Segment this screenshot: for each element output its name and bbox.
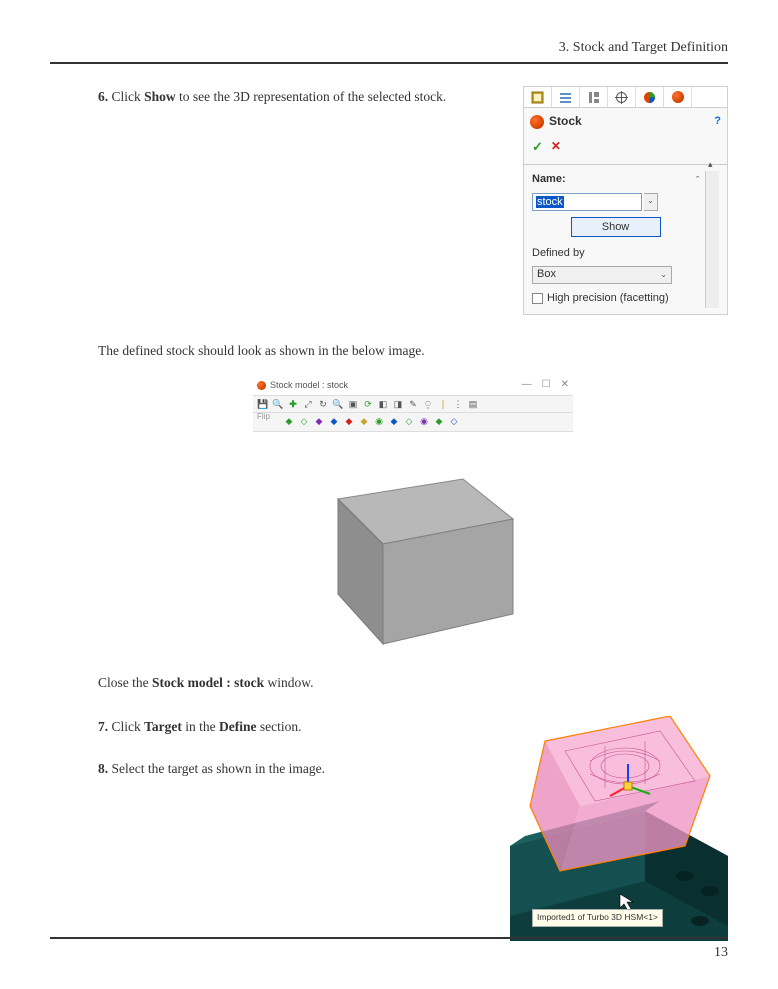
chapter-header: 3. Stock and Target Definition (50, 40, 728, 62)
tb-zoom2-icon[interactable]: 🔍 (332, 398, 344, 410)
show-button[interactable]: Show (571, 217, 661, 237)
step6-part1: Click (112, 89, 145, 104)
tb-scale-icon[interactable]: ⍜ (422, 398, 434, 410)
tb-save-icon[interactable]: 💾 (257, 398, 269, 410)
stock-model-title: Stock model : stock (270, 378, 348, 392)
high-precision-row: High precision (facetting) (532, 290, 699, 308)
tab-icon-6[interactable] (664, 87, 692, 107)
collapse-caret-icon[interactable]: ˆ (696, 173, 699, 187)
defined-by-select[interactable]: Box ⌄ (532, 266, 672, 284)
tb-fit-icon[interactable]: ▣ (347, 398, 359, 410)
defined-stock-text: The defined stock should look as shown i… (98, 340, 728, 362)
tb2-5[interactable]: ◆ (343, 415, 355, 427)
help-icon[interactable]: ? (714, 113, 721, 131)
tb2-8[interactable]: ◆ (388, 415, 400, 427)
step7-text: 7. Click Target in the Define section. (98, 716, 492, 738)
tb-edit-icon[interactable]: ✎ (407, 398, 419, 410)
name-label: Name: (532, 171, 566, 189)
tb2-6[interactable]: ◆ (358, 415, 370, 427)
tab-icon-4[interactable] (608, 87, 636, 107)
ok-icon[interactable]: ✓ (532, 137, 543, 158)
tb-rotate-icon[interactable]: ↻ (317, 398, 329, 410)
scrollbar[interactable] (705, 171, 719, 308)
content-area: 6. Click Show to see the 3D representati… (50, 86, 728, 941)
tb2-2[interactable]: ◇ (298, 415, 310, 427)
tb-more-icon[interactable]: ⋮ (452, 398, 464, 410)
tb2-4[interactable]: ◆ (328, 415, 340, 427)
tb-cube-icon[interactable]: ◧ (377, 398, 389, 410)
stock-panel: Stock ? ✓ ✕ Name: ˆ (523, 86, 728, 315)
stock-model-window: Stock model : stock — ☐ ✕ 💾 🔍 ✚ ⤢ ↻ 🔍 ▣ … (253, 375, 573, 432)
name-section: Name: ˆ stock ⌄ Show Defined by Box (524, 165, 727, 314)
flip-label: Flip (257, 411, 270, 424)
stock-block (283, 444, 543, 654)
tab-icon-1[interactable] (524, 87, 552, 107)
tb-refresh-icon[interactable]: ⟳ (362, 398, 374, 410)
name-dropdown-icon[interactable]: ⌄ (644, 193, 658, 211)
close-icon[interactable]: ✕ (561, 377, 569, 393)
tab-icon-2[interactable] (552, 87, 580, 107)
model-toolbar-1: 💾 🔍 ✚ ⤢ ↻ 🔍 ▣ ⟳ ◧ ◨ ✎ ⍜ ❘ ⋮ ▤ (253, 395, 573, 413)
tb2-10[interactable]: ◉ (418, 415, 430, 427)
step6-part2: to see the 3D representation of the sele… (176, 89, 447, 104)
tb-plus-icon[interactable]: ✚ (287, 398, 299, 410)
high-precision-checkbox[interactable] (532, 293, 543, 304)
tb-cube2-icon[interactable]: ◨ (392, 398, 404, 410)
tab-icon-3[interactable] (580, 87, 608, 107)
step6-text: 6. Click Show to see the 3D representati… (98, 86, 505, 315)
high-precision-label: High precision (facetting) (547, 290, 669, 308)
step6-bold: Show (144, 89, 176, 104)
tb2-3[interactable]: ◆ (313, 415, 325, 427)
tb2-12[interactable]: ◇ (448, 415, 460, 427)
footer-rule (50, 937, 728, 939)
steps-7-8-row: 7. Click Target in the Define section. 8… (98, 716, 728, 941)
stock-icon (530, 115, 544, 129)
stock-model-icon (257, 381, 266, 390)
target-screenshot: Imported1 of Turbo 3D HSM<1> (510, 716, 728, 941)
model-toolbar-2: ◆ ◇ ◆ ◆ ◆ ◆ ◉ ◆ ◇ ◉ ◆ ◇ (253, 413, 573, 432)
step6-row: 6. Click Show to see the 3D representati… (98, 86, 728, 315)
name-input[interactable]: stock (532, 193, 642, 211)
page-number: 13 (714, 945, 728, 961)
defined-by-value: Box (537, 266, 556, 284)
step8-text: 8. Select the target as shown in the ima… (98, 758, 492, 780)
maximize-icon[interactable]: ☐ (542, 377, 551, 393)
ok-cancel-row: ✓ ✕ (524, 135, 727, 164)
step8-num: 8. (98, 761, 108, 776)
tb2-7[interactable]: ◉ (373, 415, 385, 427)
target-tooltip: Imported1 of Turbo 3D HSM<1> (532, 909, 663, 927)
header-rule (50, 62, 728, 64)
panel-title-text: Stock (549, 112, 582, 131)
page: 3. Stock and Target Definition 6. Click … (0, 0, 778, 989)
chevron-down-icon: ⌄ (660, 269, 667, 282)
tb-arrows-icon[interactable]: ⤢ (302, 398, 314, 410)
minimize-icon[interactable]: — (522, 377, 532, 393)
panel-title-row: Stock ? (524, 108, 727, 135)
tb2-11[interactable]: ◆ (433, 415, 445, 427)
cancel-icon[interactable]: ✕ (551, 137, 561, 158)
tb2-9[interactable]: ◇ (403, 415, 415, 427)
step6-num: 6. (98, 89, 108, 104)
tb-tool-icon[interactable]: ❘ (437, 398, 449, 410)
defined-by-label: Defined by (532, 245, 699, 263)
tb-zoom-icon[interactable]: 🔍 (272, 398, 284, 410)
tab-icon-5[interactable] (636, 87, 664, 107)
tb2-1[interactable]: ◆ (283, 415, 295, 427)
close-window-text: Close the Stock model : stock window. (98, 672, 728, 694)
step7-num: 7. (98, 719, 108, 734)
tb-ex-icon[interactable]: ▤ (467, 398, 479, 410)
panel-tabbar (524, 87, 727, 108)
stock-3d-view (283, 444, 543, 654)
